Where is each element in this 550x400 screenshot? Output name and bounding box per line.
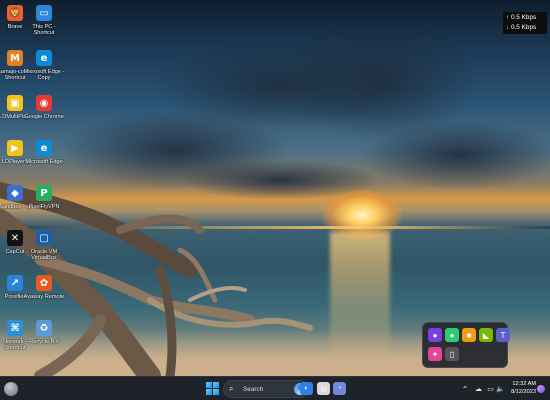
ldmultiplayer-icon: ▣ xyxy=(7,95,23,111)
copilot-app-icon[interactable]: ◐ xyxy=(300,382,313,395)
sandbox-icon: ◆ xyxy=(7,185,23,201)
desktop-icon-label: Microsoft Edge - Copy xyxy=(23,69,65,82)
recycle-bin-icon: ♻ xyxy=(36,320,52,336)
desktop-icon-chrome[interactable]: ◉ Google Chrome xyxy=(24,95,64,120)
teams-icon[interactable]: T xyxy=(496,328,510,342)
this-pc-icon: ▭ xyxy=(36,5,52,21)
green-app-icon[interactable]: ● xyxy=(445,328,459,342)
remote-icon: ✿ xyxy=(36,275,52,291)
search-icon: ⌕ xyxy=(229,384,234,393)
search-placeholder: Search xyxy=(243,385,264,393)
desktop-icon-edge[interactable]: e Microsoft Edge xyxy=(25,140,63,165)
notification-icon[interactable] xyxy=(536,383,546,395)
start-button[interactable] xyxy=(206,382,219,395)
desktop-icon-edge[interactable]: e Microsoft Edge - Copy xyxy=(24,50,64,82)
desktop-icon-recycle-bin[interactable]: ♻ Recycle Bin xyxy=(27,320,61,345)
discord-like-app-icon[interactable]: ◔ xyxy=(333,382,346,395)
upload-speed: ↑ 0.5 Kbps xyxy=(506,14,537,21)
colorful-app-icon[interactable]: ✦ xyxy=(428,347,442,361)
widgets-weather-icon[interactable] xyxy=(4,382,18,396)
desktop-icon-label: Microsoft Edge xyxy=(25,159,63,165)
desktop-icon-label: PixelFlyVPN xyxy=(28,204,60,210)
desktop-icon-label: Oracle VM VirtualBox xyxy=(30,249,58,262)
taskbar-clock[interactable]: 12:32 AM 8/12/2023 xyxy=(506,380,536,397)
ldplayer-icon: ▶ xyxy=(7,140,23,156)
download-speed: ↓ 0.5 Kbps xyxy=(506,24,537,31)
capcut-icon: ✕ xyxy=(7,230,23,246)
desktop-icon-virtualbox[interactable]: ▢ Oracle VM VirtualBox xyxy=(27,230,61,262)
samajo-icon: M xyxy=(7,50,23,66)
taskbar-search-box[interactable]: ⌕ Search b xyxy=(223,380,309,398)
edge-icon: e xyxy=(36,50,52,66)
clock-date: 8/12/2023 xyxy=(511,389,536,396)
desktop-icon-label: This PC - Shortcut xyxy=(32,24,56,37)
proxifier-icon: ↗ xyxy=(7,275,23,291)
desktop-icon-label: Avaway Remote xyxy=(23,294,65,300)
volume-icon[interactable]: 🔈 xyxy=(496,384,505,394)
chevron-up-icon[interactable]: ⌃ xyxy=(460,382,470,396)
display-icon[interactable]: ▭ xyxy=(486,384,495,394)
desktop-icon-label: Recycle Bin xyxy=(29,339,59,345)
brave-icon: 🦁 xyxy=(7,5,23,21)
network-icon: ⌘ xyxy=(7,320,23,336)
orange-app-icon[interactable]: ■ xyxy=(462,328,476,342)
desktop-icon-this-pc[interactable]: ▭ This PC - Shortcut xyxy=(27,5,61,37)
cloud-icon[interactable]: ☁ xyxy=(474,384,483,394)
desktop-icon-remote[interactable]: ✿ Avaway Remote xyxy=(24,275,64,300)
desktop-wallpaper xyxy=(0,0,550,376)
chrome-icon: ◉ xyxy=(36,95,52,111)
desktop-icon-label: Google Chrome xyxy=(24,114,64,120)
pixelfly-icon: P xyxy=(36,185,52,201)
virtualbox-icon: ▢ xyxy=(36,230,52,246)
hidden-icons-flyout: ● ● ■ ◣ T ✦ ▯ xyxy=(422,322,510,368)
file-explorer-icon[interactable]: ▤ xyxy=(317,382,330,395)
desktop-icon-pixelfly[interactable]: P PixelFlyVPN xyxy=(27,185,61,210)
network-speed-widget: ↑ 0.5 Kbps ↓ 0.5 Kbps xyxy=(503,12,547,34)
purple-app-icon[interactable]: ● xyxy=(428,328,442,342)
clock-time: 12:32 AM xyxy=(512,381,536,387)
taskbar: ⌕ Search b ◐ ▤◔ ⌃ ☁ ▭ 🔈 12:32 AM 8/12/202… xyxy=(0,376,550,400)
edge-icon: e xyxy=(36,140,52,156)
usb-eject-icon[interactable]: ▯ xyxy=(445,347,459,361)
nvidia-icon[interactable]: ◣ xyxy=(479,328,493,342)
